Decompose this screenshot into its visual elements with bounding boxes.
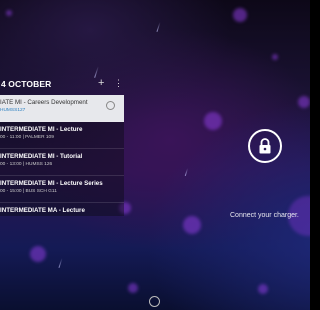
calendar-date-header[interactable]: 4 OCTOBER xyxy=(1,79,51,89)
event-meta: 00 - 11:00 | PALMER 109 xyxy=(0,135,54,140)
bokeh-dot xyxy=(183,216,201,234)
event-meta: 00 - 15:00 | BUS SCH G11 xyxy=(0,189,57,194)
bokeh-dot xyxy=(272,54,278,60)
event-title: INTERMEDIATE MI - Tutorial xyxy=(0,153,83,160)
light-streak xyxy=(156,22,161,32)
circle-check-icon[interactable] xyxy=(106,101,115,110)
lock-icon xyxy=(259,138,271,154)
bokeh-dot xyxy=(204,112,222,130)
event-meta: 00 - 13:00 | HUMSS 126 xyxy=(0,162,53,167)
bokeh-dot xyxy=(6,10,12,16)
list-item[interactable]: INTERMEDIATE MI - Lecture Series 00 - 15… xyxy=(0,176,124,203)
event-title: INTERMEDIATE MI - Lecture xyxy=(0,126,83,133)
lockscreen: 4 OCTOBER + ⋮ IATE MI - Careers Developm… xyxy=(0,0,310,310)
home-circle-icon[interactable] xyxy=(149,296,160,307)
bokeh-dot xyxy=(298,96,310,108)
charger-message: Connect your charger. xyxy=(230,212,299,219)
list-item[interactable]: IATE MI - Careers Development HUMSS127 xyxy=(0,95,124,122)
unlock-handle[interactable] xyxy=(248,129,282,163)
light-streak xyxy=(58,258,63,268)
event-title: INTERMEDIATE MA - Lecture xyxy=(0,207,85,214)
light-streak xyxy=(184,168,189,176)
calendar-header: 4 OCTOBER + ⋮ xyxy=(0,76,124,94)
overflow-menu-icon[interactable]: ⋮ xyxy=(114,78,123,88)
list-item[interactable]: INTERMEDIATE MI - Tutorial 00 - 13:00 | … xyxy=(0,149,124,176)
event-title: INTERMEDIATE MI - Lecture Series xyxy=(0,180,103,187)
event-meta: HUMSS127 xyxy=(0,108,26,113)
calendar-widget[interactable]: 4 OCTOBER + ⋮ IATE MI - Careers Developm… xyxy=(0,76,124,216)
bokeh-dot xyxy=(258,284,268,294)
list-item[interactable]: INTERMEDIATE MI - Lecture 00 - 11:00 | P… xyxy=(0,122,124,149)
plus-icon[interactable]: + xyxy=(98,77,104,89)
bokeh-dot xyxy=(128,283,138,293)
bokeh-dot xyxy=(233,8,247,22)
event-title: IATE MI - Careers Development xyxy=(0,99,88,106)
list-item[interactable]: INTERMEDIATE MA - Lecture xyxy=(0,203,124,216)
event-list[interactable]: IATE MI - Careers Development HUMSS127 I… xyxy=(0,95,124,216)
bokeh-dot xyxy=(30,246,46,262)
